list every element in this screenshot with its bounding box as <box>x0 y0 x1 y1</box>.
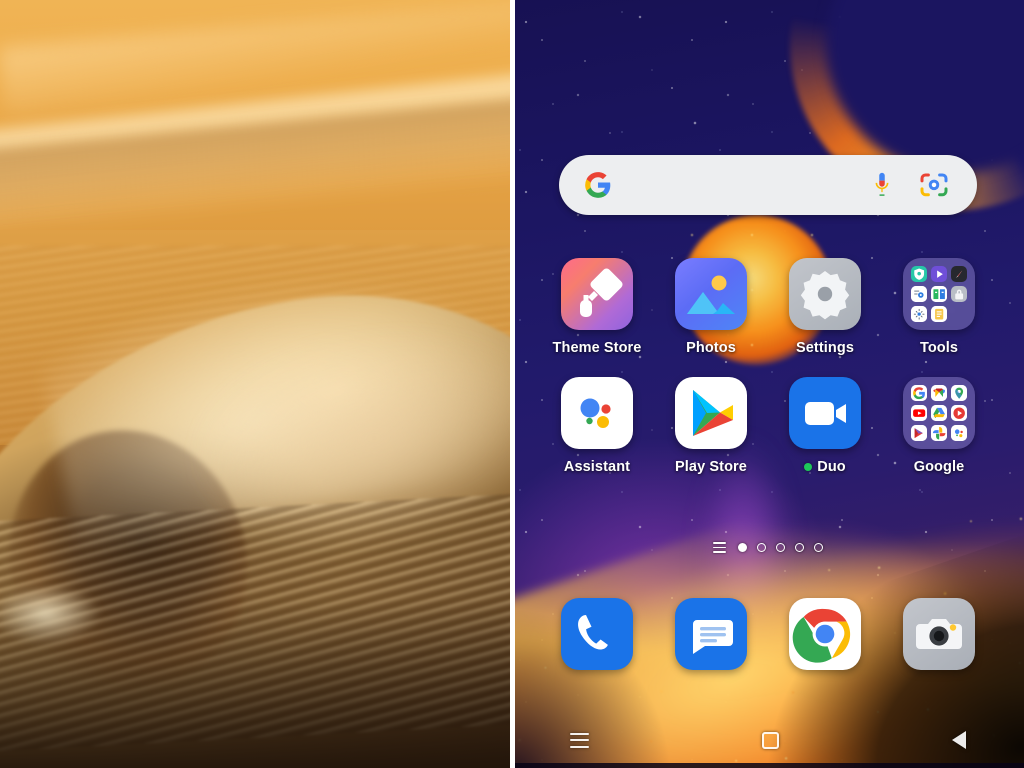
lock-icon <box>950 285 967 303</box>
app-label-wrap: Play Store <box>675 459 747 475</box>
folder-mini-grid <box>903 377 975 449</box>
back-triangle-icon[interactable] <box>952 731 966 749</box>
video-player-icon <box>930 266 948 283</box>
app-label: Assistant <box>563 459 631 475</box>
toolbox-icon <box>911 285 928 303</box>
app-label-wrap: Tools <box>920 340 958 356</box>
app-list-icon[interactable] <box>713 542 726 553</box>
play-music-icon <box>950 404 967 422</box>
page-dot-5[interactable] <box>814 543 823 552</box>
camera-icon[interactable] <box>903 598 975 670</box>
chrome-icon[interactable] <box>789 598 861 670</box>
tools-folder-icon[interactable] <box>903 258 975 330</box>
folder-empty-slot <box>951 306 967 322</box>
app-settings[interactable]: Settings <box>768 258 882 356</box>
app-label-wrap: Google <box>914 459 965 475</box>
google-play-store-icon[interactable] <box>675 377 747 449</box>
google-assistant-icon <box>950 424 967 441</box>
app-label: Duo <box>817 459 846 475</box>
google-drive-icon <box>930 404 948 422</box>
app-grid: Theme Store Photos Settings Tools Assist… <box>540 258 996 475</box>
app-label: Play Store <box>675 459 747 475</box>
gmail-icon <box>930 385 948 402</box>
google-g-icon <box>584 171 612 199</box>
page-dot-4[interactable] <box>795 543 804 552</box>
app-assistant[interactable]: Assistant <box>540 377 654 475</box>
app-folder-tools[interactable]: Tools <box>882 258 996 356</box>
play-movies-icon <box>911 424 928 441</box>
app-label: Photos <box>686 340 736 356</box>
google-duo-icon[interactable] <box>789 377 861 449</box>
microphone-icon[interactable] <box>871 171 893 199</box>
notification-dot <box>804 463 813 471</box>
wallpaper-preview-ocean-wave <box>0 0 512 768</box>
navbar-strip <box>512 763 1024 768</box>
app-play-store[interactable]: Play Store <box>654 377 768 475</box>
dock-item-chrome[interactable] <box>768 598 882 670</box>
app-duo[interactable]: Duo <box>768 377 882 475</box>
app-row-1: Theme Store Photos Settings Tools <box>540 258 996 356</box>
app-theme-store[interactable]: Theme Store <box>540 258 654 356</box>
home-screen-content: Theme Store Photos Settings Tools Assist… <box>512 0 1024 768</box>
compass-icon <box>950 266 967 283</box>
app-folder-google[interactable]: Google <box>882 377 996 475</box>
page-dot-2[interactable] <box>757 543 766 552</box>
home-square-icon[interactable] <box>762 731 779 749</box>
app-photos[interactable]: Photos <box>654 258 768 356</box>
screenshot-stage: Theme Store Photos Settings Tools Assist… <box>0 0 1024 768</box>
google-search-icon <box>911 385 928 402</box>
page-dot-1[interactable] <box>738 543 747 552</box>
bottom-shadow <box>0 599 512 768</box>
phone-dialer-icon[interactable] <box>561 598 633 670</box>
page-indicator <box>512 542 1024 553</box>
app-label-wrap: Settings <box>796 340 854 356</box>
google-search-bar[interactable] <box>559 155 977 215</box>
google-lens-camera-icon[interactable] <box>919 171 949 199</box>
google-photos-icon <box>930 424 948 441</box>
messages-icon[interactable] <box>675 598 747 670</box>
dock <box>540 598 996 670</box>
navigation-bar <box>512 720 1024 760</box>
app-label: Settings <box>796 340 854 356</box>
app-label: Google <box>913 459 965 475</box>
folder-mini-grid <box>903 258 975 330</box>
app-label-wrap: Duo <box>804 459 846 475</box>
app-label: Theme Store <box>552 340 642 356</box>
dock-item-phone[interactable] <box>540 598 654 670</box>
google-assistant-icon[interactable] <box>561 377 633 449</box>
google-folder-icon[interactable] <box>903 377 975 449</box>
page-dot-3[interactable] <box>776 543 785 552</box>
theme-store-icon[interactable] <box>561 258 633 330</box>
file-manager-icon <box>930 285 948 303</box>
shield-icon <box>911 266 928 283</box>
notes-icon <box>930 305 948 322</box>
google-maps-icon <box>950 385 967 402</box>
recents-icon[interactable] <box>570 732 589 748</box>
dock-item-messages[interactable] <box>654 598 768 670</box>
android-home-screen: Theme Store Photos Settings Tools Assist… <box>512 0 1024 768</box>
youtube-icon <box>911 404 928 422</box>
app-row-2: Assistant Play Store Duo Google <box>540 377 996 475</box>
dock-item-camera[interactable] <box>882 598 996 670</box>
google-photos-icon[interactable] <box>675 258 747 330</box>
sound-recorder-icon <box>911 305 928 322</box>
app-label-wrap: Assistant <box>564 459 630 475</box>
app-label: Tools <box>919 340 959 356</box>
panel-divider <box>510 0 515 768</box>
app-label-wrap: Photos <box>686 340 736 356</box>
settings-gear-icon[interactable] <box>789 258 861 330</box>
app-label-wrap: Theme Store <box>553 340 642 356</box>
